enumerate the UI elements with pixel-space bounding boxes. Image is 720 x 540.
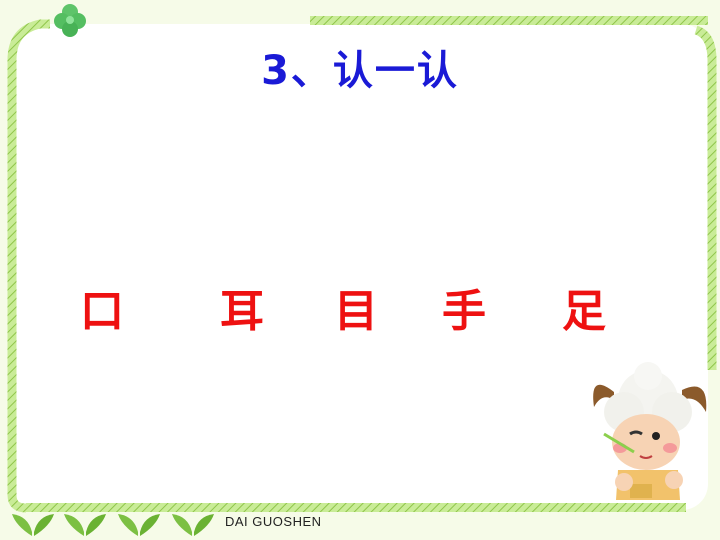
character-ear: 耳 <box>220 286 264 337</box>
clover-icon <box>54 4 86 37</box>
character-mouth: 口 <box>80 286 124 337</box>
sheep-illustration <box>593 362 707 500</box>
sprout-icon <box>172 514 214 536</box>
slide: 3、认一认 口 耳 目 手 足 DAI GUOSHEN <box>0 0 720 540</box>
sprout-icon <box>12 514 54 536</box>
character-eye: 目 <box>334 286 378 337</box>
slide-title: 3、认一认 <box>261 48 459 94</box>
character-hand: 手 <box>442 286 486 337</box>
sprout-icon <box>118 514 160 536</box>
sprout-icon <box>64 514 106 536</box>
footer-author: DAI GUOSHEN <box>225 514 322 529</box>
sprout-row <box>12 514 214 536</box>
character-foot: 足 <box>562 286 606 337</box>
